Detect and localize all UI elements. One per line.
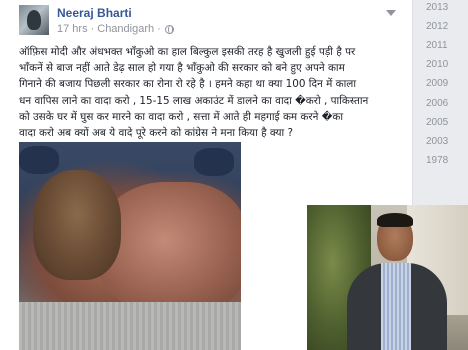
year-link[interactable]: 2012	[426, 21, 448, 32]
glove	[194, 148, 234, 176]
post-location[interactable]: Chandigarh	[97, 23, 154, 35]
year-navigation: 2013 2012 2011 2010 2009 2006 2005 2003 …	[413, 0, 468, 180]
year-link[interactable]: 2009	[426, 78, 448, 89]
post-text-line: भाँकनें से बाज नहीं आते डेढ़ साल हो गया …	[19, 62, 345, 75]
post-text: ऑफ़िस मोदी और अंधभक्त भाँकुओ का हाल बिल्…	[19, 44, 404, 141]
dog-photo[interactable]	[19, 142, 241, 350]
globe-icon[interactable]	[164, 24, 174, 34]
glove	[19, 146, 59, 174]
year-link[interactable]: 2013	[426, 2, 448, 13]
man-photo[interactable]	[307, 205, 468, 350]
person-hair	[377, 213, 413, 227]
year-link[interactable]: 2005	[426, 117, 448, 128]
year-link[interactable]: 2006	[426, 98, 448, 109]
meta-separator: ·	[157, 23, 161, 35]
post-text-line: वादा करो अब क्यों अब ये वादे पूरे करने क…	[19, 127, 293, 140]
ground	[19, 302, 241, 350]
person-shirt	[381, 263, 411, 350]
post-text-line: ऑफ़िस मोदी और अंधभक्त भाँकुओ का हाल बिल्…	[19, 46, 356, 58]
chevron-down-icon[interactable]	[386, 10, 396, 16]
author-name[interactable]: Neeraj Bharti	[57, 6, 132, 20]
author-avatar[interactable]	[19, 5, 49, 35]
post-text-line: धन वापिस लाने का वादा करो , 15-15 लाख अक…	[19, 94, 369, 107]
year-link[interactable]: 2003	[426, 136, 448, 147]
meta-separator: ·	[90, 23, 95, 35]
post-text-line: गिनाने की बजाय पिछली सरकार का रोना रो रह…	[19, 78, 357, 91]
post-meta: 17 hrs · Chandigarh ·	[57, 23, 174, 35]
year-link[interactable]: 1978	[426, 155, 448, 166]
dog-head	[33, 170, 121, 280]
year-link[interactable]: 2011	[426, 40, 448, 51]
year-link[interactable]: 2010	[426, 59, 448, 70]
post-time[interactable]: 17 hrs	[57, 23, 88, 35]
post-text-line: को उसके घर में घुस कर मारने का वादा करो …	[19, 110, 344, 123]
